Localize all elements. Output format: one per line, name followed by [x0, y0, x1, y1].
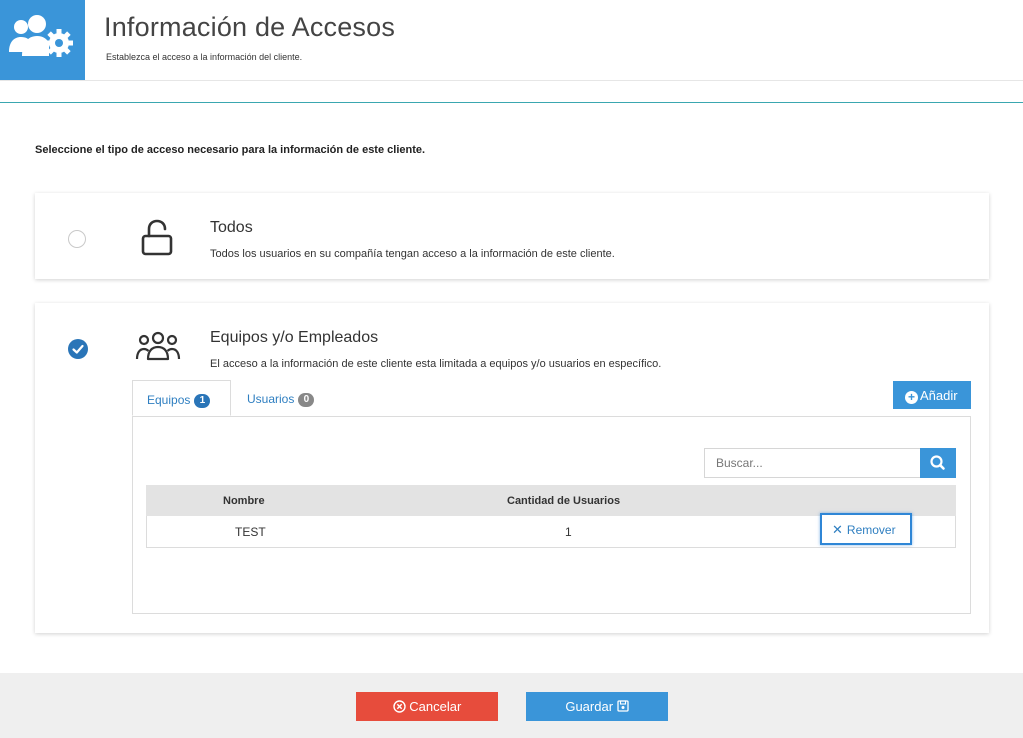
option-title-todos: Todos: [210, 219, 253, 236]
check-icon: [72, 344, 84, 354]
floppy-disk-icon: [617, 700, 629, 712]
column-header-cantidad: Cantidad de Usuarios: [507, 495, 621, 507]
search-input[interactable]: [704, 448, 921, 478]
unlock-icon: [141, 219, 173, 256]
close-icon: ✕: [832, 522, 843, 537]
instruction-text: Seleccione el tipo de acceso necesario p…: [35, 144, 426, 156]
save-button-label: Guardar: [565, 699, 614, 714]
page-title: Información de Accesos: [104, 12, 396, 42]
tab-usuarios-badge: 0: [298, 393, 315, 407]
save-button[interactable]: Guardar: [526, 692, 668, 721]
add-button-label: Añadir: [920, 388, 958, 403]
users-gear-icon: [9, 15, 73, 57]
radio-equipos-checked[interactable]: [68, 339, 88, 359]
tab-usuarios-label: Usuarios: [247, 392, 295, 406]
option-card-todos[interactable]: Todos Todos los usuarios en su compañía …: [35, 193, 989, 279]
cell-nombre: TEST: [235, 525, 266, 539]
cancel-button[interactable]: Cancelar: [356, 692, 498, 721]
option-desc-equipos: El acceso a la información de este clien…: [210, 358, 662, 370]
cancel-circle-icon: [392, 700, 406, 713]
add-button[interactable]: + Añadir: [893, 381, 971, 409]
page-subtitle: Establezca el acceso a la información de…: [106, 52, 303, 62]
tab-equipos-label: Equipos: [147, 393, 191, 407]
search-icon: [930, 455, 945, 470]
table-header: Nombre Cantidad de Usuarios: [146, 485, 956, 516]
cancel-button-label: Cancelar: [409, 699, 462, 714]
remove-button-label: Remover: [846, 523, 896, 537]
plus-circle-icon: +: [905, 391, 918, 404]
remove-button[interactable]: ✕ Remover: [820, 513, 912, 545]
tab-equipos-badge: 1: [194, 394, 211, 408]
search-button[interactable]: [920, 448, 956, 478]
option-title-equipos: Equipos y/o Empleados: [210, 329, 379, 346]
tab-equipos[interactable]: Equipos 1: [132, 380, 231, 416]
page-header: Información de Accesos Establezca el acc…: [0, 0, 1023, 81]
group-icon: [135, 331, 181, 361]
radio-todos[interactable]: [68, 230, 86, 248]
table-row: TEST 1 ✕ Remover: [146, 513, 956, 548]
option-desc-todos: Todos los usuarios en su compañía tengan…: [210, 248, 615, 260]
footer-bar: Cancelar Guardar: [0, 673, 1023, 738]
tabs-area: Equipos1 Usuarios0 +Añadir Nombre Cantid…: [132, 380, 971, 614]
tab-usuarios[interactable]: Usuarios 0: [247, 380, 315, 416]
column-header-nombre: Nombre: [223, 495, 265, 507]
tab-panel-equipos: Nombre Cantidad de Usuarios TEST 1 ✕Remo…: [132, 416, 971, 614]
header-icon-box: [0, 0, 85, 80]
option-card-equipos[interactable]: Equipos y/o Empleados El acceso a la inf…: [35, 303, 989, 633]
header-divider: [0, 102, 1023, 103]
cell-cantidad: 1: [565, 525, 572, 539]
